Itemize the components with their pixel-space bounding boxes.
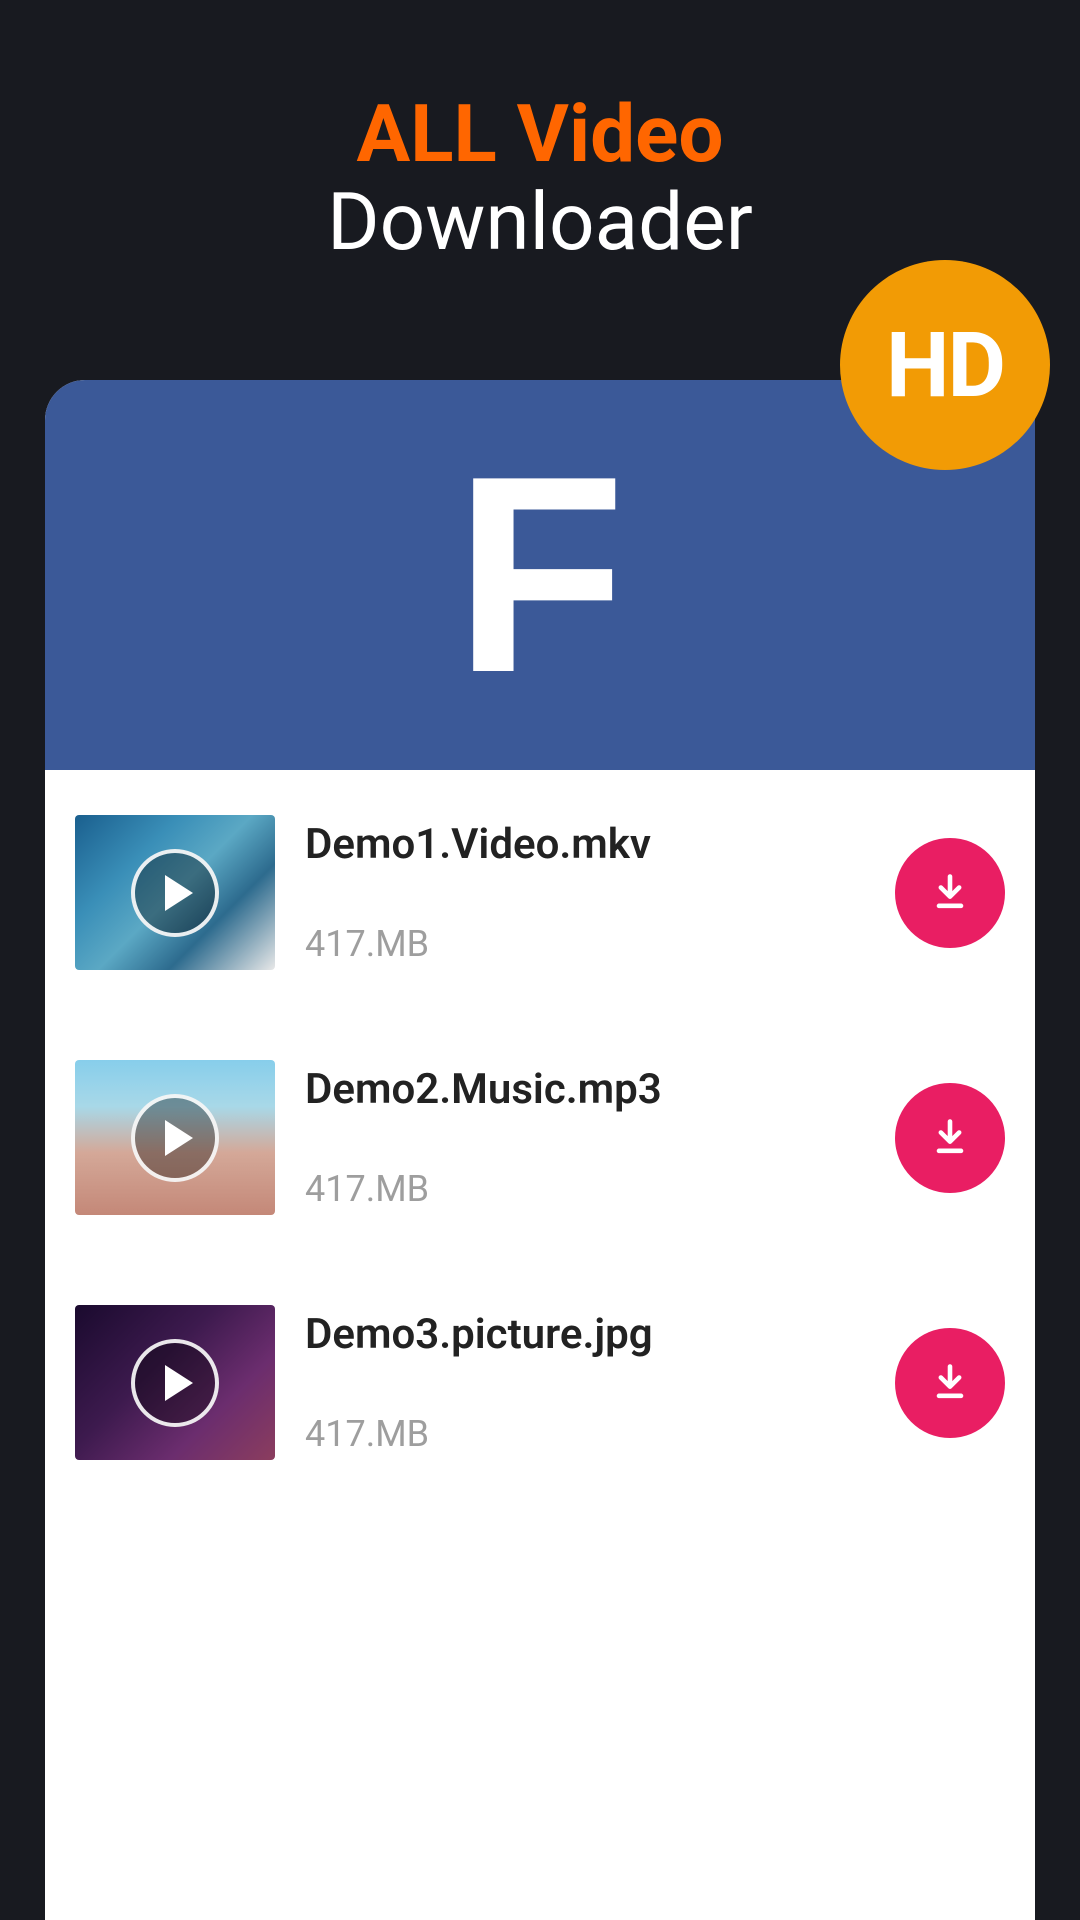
app-title: ALL Video Downloader — [0, 0, 1080, 266]
download-icon — [928, 871, 972, 915]
video-thumbnail[interactable] — [75, 1060, 275, 1215]
download-button[interactable] — [895, 838, 1005, 948]
item-size: 417.MB — [305, 1168, 865, 1210]
list-item: Demo3.picture.jpg 417.MB — [75, 1260, 1005, 1505]
item-title: Demo3.picture.jpg — [305, 1310, 865, 1359]
main-card: F Demo1.Video.mkv 417.MB — [45, 380, 1035, 1920]
item-info: Demo1.Video.mkv 417.MB — [305, 815, 865, 970]
download-icon — [928, 1361, 972, 1405]
facebook-letter: F — [454, 415, 625, 736]
video-thumbnail[interactable] — [75, 1305, 275, 1460]
play-icon — [131, 849, 219, 937]
item-info: Demo3.picture.jpg 417.MB — [305, 1305, 865, 1460]
download-list: Demo1.Video.mkv 417.MB Demo2.Music.mp3 4… — [45, 770, 1035, 1505]
video-thumbnail[interactable] — [75, 815, 275, 970]
download-button[interactable] — [895, 1328, 1005, 1438]
title-line1: ALL Video — [0, 90, 1080, 178]
download-icon — [928, 1116, 972, 1160]
item-size: 417.MB — [305, 923, 865, 965]
hd-badge: HD — [840, 260, 1050, 470]
item-size: 417.MB — [305, 1413, 865, 1455]
item-title: Demo1.Video.mkv — [305, 820, 865, 869]
play-icon — [131, 1094, 219, 1182]
download-button[interactable] — [895, 1083, 1005, 1193]
list-item: Demo1.Video.mkv 417.MB — [75, 770, 1005, 1015]
title-line2: Downloader — [0, 178, 1080, 266]
list-item: Demo2.Music.mp3 417.MB — [75, 1015, 1005, 1260]
hd-badge-text: HD — [886, 313, 1004, 418]
item-info: Demo2.Music.mp3 417.MB — [305, 1060, 865, 1215]
item-title: Demo2.Music.mp3 — [305, 1065, 865, 1114]
play-icon — [131, 1339, 219, 1427]
